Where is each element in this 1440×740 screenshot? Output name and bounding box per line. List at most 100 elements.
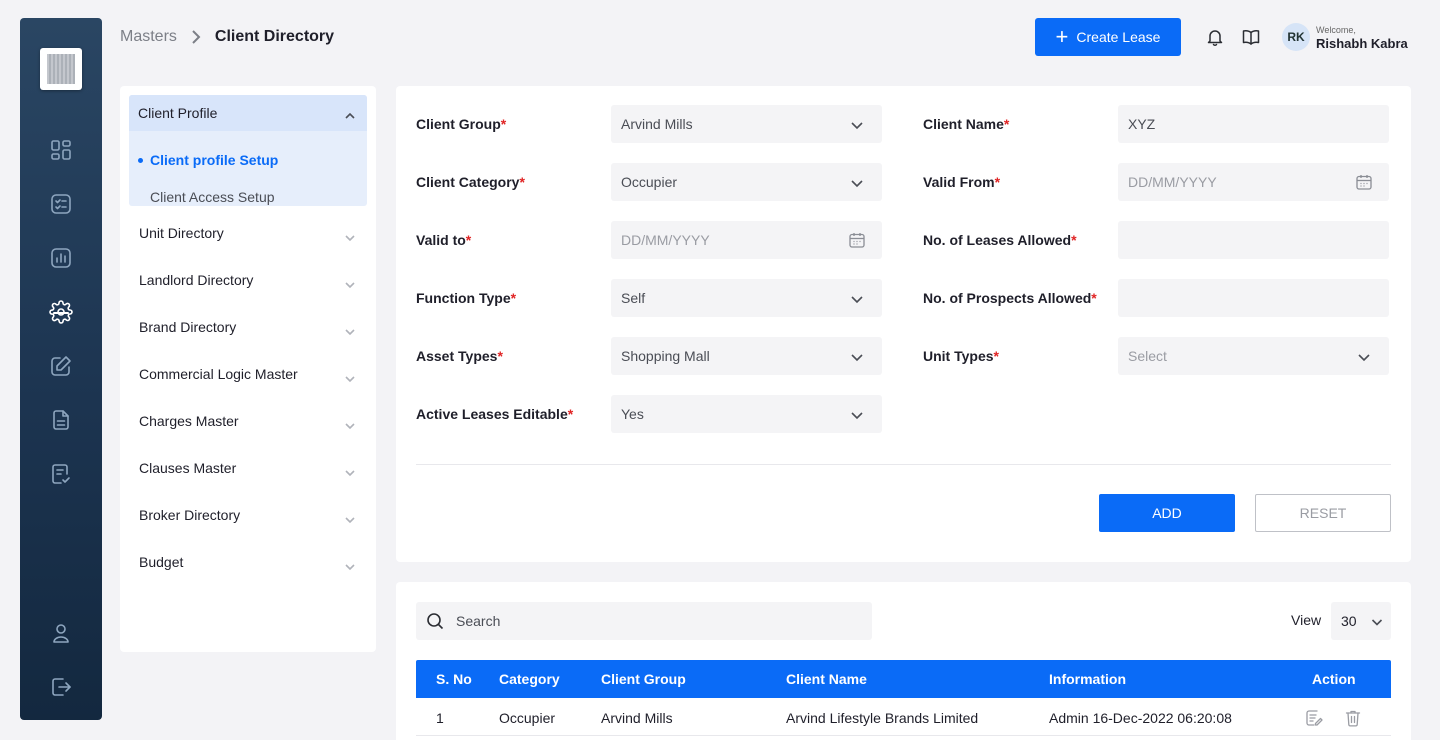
column-header[interactable]: Client Name: [786, 671, 867, 687]
dashboard-icon[interactable]: [49, 138, 73, 162]
valid-from-date-field[interactable]: DD/MM/YYYY: [1118, 163, 1389, 201]
bell-icon[interactable]: [1205, 27, 1225, 47]
search-icon: [426, 612, 444, 630]
chevron-down-icon: [345, 559, 355, 571]
nav-item-label: Broker Directory: [139, 507, 241, 523]
nav-item-unit-directory[interactable]: Unit Directory: [139, 225, 357, 245]
function-type-value: Self: [621, 290, 646, 306]
trash-icon[interactable]: [1343, 708, 1363, 728]
cell-client-group: Arvind Mills: [601, 710, 673, 726]
nav-item-landlord-directory[interactable]: Landlord Directory: [139, 272, 357, 292]
analytics-icon[interactable]: [49, 246, 73, 270]
chevron-down-icon: [345, 324, 355, 336]
view-label: View: [1291, 612, 1322, 628]
welcome-text: Welcome,: [1316, 25, 1356, 35]
add-button[interactable]: ADD: [1099, 494, 1235, 532]
nav-item-clauses-master[interactable]: Clauses Master: [139, 460, 357, 480]
table-row[interactable]: 1 Occupier Arvind Mills Arvind Lifestyle…: [416, 698, 1391, 736]
client-name-field[interactable]: XYZ: [1118, 105, 1389, 143]
nav-item-label: Landlord Directory: [139, 272, 254, 288]
app-logo[interactable]: [40, 48, 82, 90]
checklist-icon[interactable]: [49, 462, 73, 486]
nav-item-label: Charges Master: [139, 413, 239, 429]
nav-group-header[interactable]: Client Profile: [129, 95, 367, 131]
task-list-icon[interactable]: [49, 192, 73, 216]
required-mark: *: [567, 406, 574, 422]
page-size-value: 30: [1341, 613, 1357, 629]
label-text: Asset Types: [416, 348, 498, 364]
required-mark: *: [465, 232, 472, 248]
chevron-down-icon: [850, 350, 864, 364]
cell-information: Admin 16-Dec-2022 06:20:08: [1049, 710, 1232, 726]
nav-item-label: Clauses Master: [139, 460, 237, 476]
client-category-select[interactable]: Occupier: [611, 163, 882, 201]
leases-allowed-field[interactable]: [1118, 221, 1389, 259]
active-indicator: [53, 312, 69, 314]
valid-to-placeholder: DD/MM/YYYY: [621, 232, 710, 248]
breadcrumb-masters[interactable]: Masters: [120, 28, 177, 46]
nav-item-commercial-logic-master[interactable]: Commercial Logic Master: [139, 366, 357, 386]
column-header[interactable]: Category: [499, 671, 560, 687]
required-mark: *: [497, 348, 503, 364]
nav-sub-client-profile-setup[interactable]: Client profile Setup: [137, 152, 278, 168]
nav-item-charges-master[interactable]: Charges Master: [139, 413, 357, 433]
chevron-down-icon: [850, 176, 864, 190]
active-leases-editable-select[interactable]: Yes: [611, 395, 882, 433]
edit-row-icon[interactable]: [1304, 708, 1324, 728]
prospects-allowed-field[interactable]: [1118, 279, 1389, 317]
label-text: Valid From: [923, 174, 995, 190]
nav-item-budget[interactable]: Budget: [139, 554, 357, 574]
nav-item-broker-directory[interactable]: Broker Directory: [139, 507, 357, 527]
client-table-card: Search View 30 S. No Category Client Gro…: [396, 582, 1411, 740]
left-nav: Client Profile Client profile Setup Clie…: [120, 86, 376, 652]
label-text: Active Leases Editable: [416, 406, 568, 422]
column-header[interactable]: Client Group: [601, 671, 686, 687]
client-form-card: Client Group* Arvind Mills Client Name* …: [396, 86, 1411, 562]
calendar-icon[interactable]: [848, 231, 866, 249]
label-text: No. of Prospects Allowed: [923, 290, 1092, 306]
valid-from-placeholder: DD/MM/YYYY: [1128, 174, 1217, 190]
avatar[interactable]: RK: [1282, 23, 1310, 51]
edit-icon[interactable]: [49, 354, 73, 378]
search-input[interactable]: Search: [416, 602, 872, 640]
table-header: S. No Category Client Group Client Name …: [416, 660, 1391, 698]
chevron-down-icon: [850, 292, 864, 306]
asset-types-select[interactable]: Shopping Mall: [611, 337, 882, 375]
unit-types-select[interactable]: Select: [1118, 337, 1389, 375]
asset-types-value: Shopping Mall: [621, 348, 710, 364]
chevron-down-icon: [850, 118, 864, 132]
form-divider: [416, 464, 1391, 465]
chevron-down-icon: [850, 408, 864, 422]
create-lease-button[interactable]: + Create Lease: [1035, 18, 1181, 56]
chevron-down-icon: [345, 465, 355, 477]
function-type-label: Function Type*: [416, 290, 516, 306]
required-mark: *: [500, 116, 507, 132]
chevron-down-icon: [345, 277, 355, 289]
valid-from-label: Valid From*: [923, 174, 1000, 190]
valid-to-label: Valid to*: [416, 232, 471, 248]
nav-group-title: Client Profile: [138, 105, 218, 121]
unit-types-placeholder: Select: [1128, 348, 1167, 364]
book-icon[interactable]: [1241, 27, 1261, 47]
client-category-label: Client Category*: [416, 174, 525, 190]
client-group-select[interactable]: Arvind Mills: [611, 105, 882, 143]
nav-item-label: Budget: [139, 554, 184, 570]
page-size-select[interactable]: 30: [1331, 602, 1391, 640]
nav-item-brand-directory[interactable]: Brand Directory: [139, 319, 357, 339]
nav-sub-client-access-setup[interactable]: Client Access Setup: [150, 189, 275, 205]
client-name-label: Client Name*: [923, 116, 1009, 132]
document-icon[interactable]: [49, 408, 73, 432]
breadcrumb: Masters Client Directory: [120, 26, 334, 48]
column-header[interactable]: S. No: [436, 671, 472, 687]
required-mark: *: [994, 174, 1001, 190]
valid-to-date-field[interactable]: DD/MM/YYYY: [611, 221, 882, 259]
user-name[interactable]: Rishabh Kabra: [1316, 36, 1408, 51]
calendar-icon[interactable]: [1355, 173, 1373, 191]
column-header[interactable]: Information: [1049, 671, 1126, 687]
label-text: Client Name: [923, 116, 1004, 132]
user-icon[interactable]: [49, 621, 73, 645]
function-type-select[interactable]: Self: [611, 279, 882, 317]
create-lease-label: Create Lease: [1076, 29, 1161, 45]
logout-icon[interactable]: [49, 675, 73, 699]
reset-button[interactable]: RESET: [1255, 494, 1391, 532]
